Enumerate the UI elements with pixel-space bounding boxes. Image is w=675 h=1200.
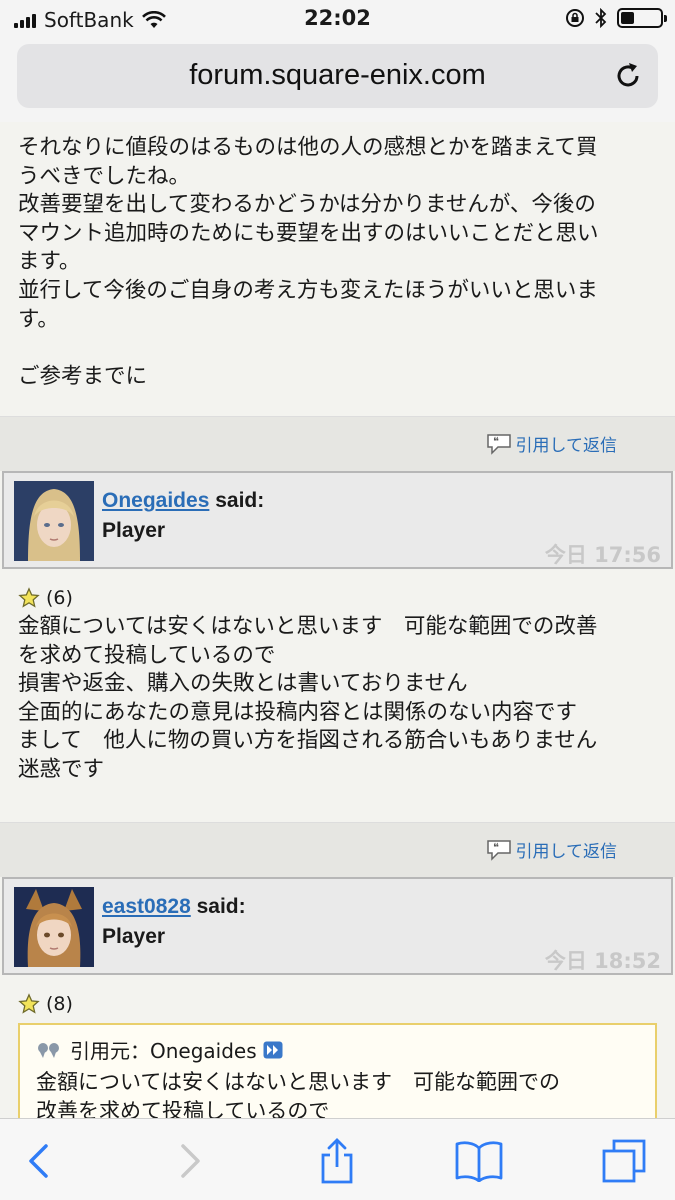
post-rating: (6): [0, 569, 675, 609]
post-rating: (8): [0, 975, 675, 1015]
share-icon: [321, 1138, 353, 1184]
star-icon[interactable]: [18, 587, 40, 609]
forum-thread: それなりに値段のはるものは他の人の感想とかを踏まえて買 うべきでしたね。 改善要…: [0, 122, 675, 1118]
post-time: 今日 18:52: [544, 949, 661, 973]
username-link[interactable]: east0828: [102, 895, 191, 918]
quote-reply-button[interactable]: ❝ 引用して返信: [486, 837, 618, 862]
forward-icon: [181, 1144, 200, 1178]
share-button[interactable]: [313, 1137, 361, 1185]
quote-icon: [38, 1042, 59, 1058]
bookmarks-icon: [455, 1141, 503, 1182]
lock-rotation-icon: [566, 9, 584, 27]
post-time: 今日 17:56: [544, 543, 661, 567]
post-author: east0828 said:: [102, 895, 246, 919]
username-link[interactable]: Onegaides: [102, 489, 209, 512]
post-body: 金額については安くはないと思います 可能な範囲での改善 を求めて投稿しているので…: [18, 614, 598, 782]
svg-text:❝: ❝: [493, 841, 499, 854]
rating-count: (8): [46, 993, 73, 1015]
avatar[interactable]: [14, 887, 94, 967]
avatar[interactable]: [14, 481, 94, 561]
post-header: Onegaides said: Player 今日 17:56: [2, 471, 673, 569]
back-button[interactable]: [14, 1137, 62, 1185]
tabs-icon: [602, 1139, 646, 1183]
status-bar: SoftBank 22:02: [0, 0, 675, 38]
rating-count: (6): [46, 587, 73, 609]
url-text[interactable]: forum.square-enix.com: [17, 59, 658, 92]
post-footer: ❝ 引用して返信: [0, 822, 675, 877]
reload-icon[interactable]: [612, 60, 644, 92]
reply-label: 引用して返信: [515, 842, 618, 862]
post-body: それなりに値段のはるものは他の人の感想とかを踏まえて買 うべきでしたね。 改善要…: [18, 135, 599, 389]
bookmarks-button[interactable]: [455, 1137, 503, 1185]
reply-label: 引用して返信: [515, 436, 618, 456]
quote-block: 引用元：Onegaides 金額については安くはないと思います 可能な範囲での …: [18, 1023, 657, 1118]
browser-toolbar: [0, 1118, 675, 1200]
battery-icon: [617, 8, 667, 28]
back-icon: [29, 1144, 48, 1178]
user-role: Player: [102, 925, 166, 948]
forward-button[interactable]: [166, 1137, 214, 1185]
quote-source: 引用元：Onegaides: [70, 1039, 257, 1063]
bluetooth-icon: [595, 8, 607, 28]
quote-reply-icon: ❝: [486, 839, 511, 861]
post-author: Onegaides said:: [102, 489, 264, 513]
address-bar[interactable]: forum.square-enix.com: [17, 44, 658, 108]
post-header: east0828 said: Player 今日 18:52: [2, 877, 673, 975]
view-post-icon[interactable]: [263, 1041, 283, 1059]
address-area: forum.square-enix.com: [0, 38, 675, 122]
said-label: said:: [196, 895, 246, 918]
user-role: Player: [102, 519, 166, 542]
star-icon[interactable]: [18, 993, 40, 1015]
svg-text:❝: ❝: [493, 435, 499, 448]
quote-text: 金額については安くはないと思います 可能な範囲での 改善を求めて投稿しているので: [36, 1070, 560, 1118]
quote-reply-icon: ❝: [486, 433, 511, 455]
tabs-button[interactable]: [600, 1137, 648, 1185]
quote-reply-button[interactable]: ❝ 引用して返信: [486, 431, 618, 456]
said-label: said:: [215, 489, 265, 512]
post-footer: ❝ 引用して返信: [0, 416, 675, 471]
